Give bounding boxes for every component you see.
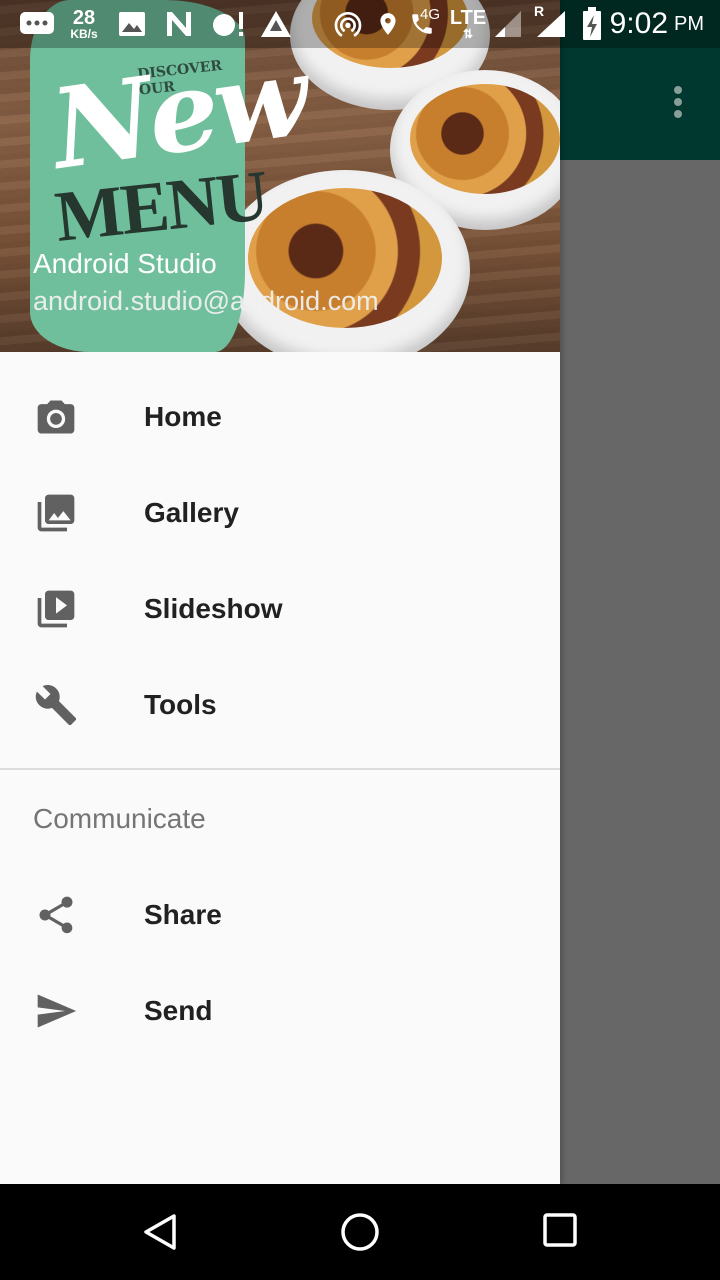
nav-item-send[interactable]: Send — [0, 963, 560, 1059]
notification-alert-icon — [210, 6, 248, 42]
network-lte-indicator: LTE ⇅ — [449, 7, 487, 41]
nav-item-gallery[interactable]: Gallery — [0, 465, 560, 561]
camera-icon — [34, 395, 78, 439]
network-speed-value: 28 — [72, 7, 96, 29]
account-email: android.studio@android.com — [33, 286, 379, 316]
status-bar: 28 KB/s 4G LTE ⇅ R 9:02 PM — [0, 0, 720, 48]
messages-icon — [18, 6, 56, 42]
system-navigation-bar — [0, 1184, 720, 1280]
menu-divider — [0, 768, 560, 770]
nav-item-label: Share — [144, 899, 222, 930]
nav-item-label: Slideshow — [144, 593, 283, 624]
nav-item-share[interactable]: Share — [0, 867, 560, 963]
nav-item-tools[interactable]: Tools — [0, 657, 560, 753]
clock: 9:02 PM — [610, 6, 704, 42]
slideshow-icon — [34, 587, 78, 631]
battery-charging-icon — [580, 6, 604, 42]
arrow-app-icon — [258, 6, 294, 42]
hotspot-icon — [330, 6, 366, 42]
network-speed: 28 KB/s — [64, 6, 104, 42]
nav-item-label: Tools — [144, 689, 217, 720]
signal-icon-sim2 — [534, 6, 568, 42]
recents-icon[interactable] — [542, 1212, 582, 1252]
clock-ampm: PM — [674, 12, 704, 35]
network-4g-indicator: 4G — [419, 5, 440, 23]
signal-icon — [492, 6, 524, 42]
nav-item-slideshow[interactable]: Slideshow — [0, 561, 560, 657]
back-icon[interactable] — [140, 1212, 180, 1252]
drawer-header: DISCOVER OUR New MENU Android Studio and… — [0, 0, 560, 352]
navigation-drawer: DISCOVER OUR New MENU Android Studio and… — [0, 0, 560, 1184]
nav-item-label: Send — [144, 995, 213, 1026]
send-icon — [34, 989, 78, 1033]
clock-time: 9:02 — [609, 7, 668, 40]
n-app-icon — [162, 6, 196, 42]
network-speed-unit: KB/s — [70, 27, 98, 41]
section-title-communicate: Communicate — [33, 803, 206, 834]
image-icon — [116, 6, 148, 42]
share-icon — [34, 893, 78, 937]
nav-item-label: Gallery — [144, 497, 239, 528]
nav-item-home[interactable]: Home — [0, 369, 560, 465]
account-name: Android Studio — [33, 248, 217, 279]
nav-item-label: Home — [144, 401, 222, 432]
network-lte-label: LTE — [449, 7, 487, 29]
overflow-menu-icon[interactable] — [674, 86, 682, 122]
home-icon[interactable] — [340, 1212, 380, 1252]
wrench-icon — [34, 683, 78, 727]
gallery-icon — [34, 491, 78, 535]
location-icon — [374, 6, 402, 42]
